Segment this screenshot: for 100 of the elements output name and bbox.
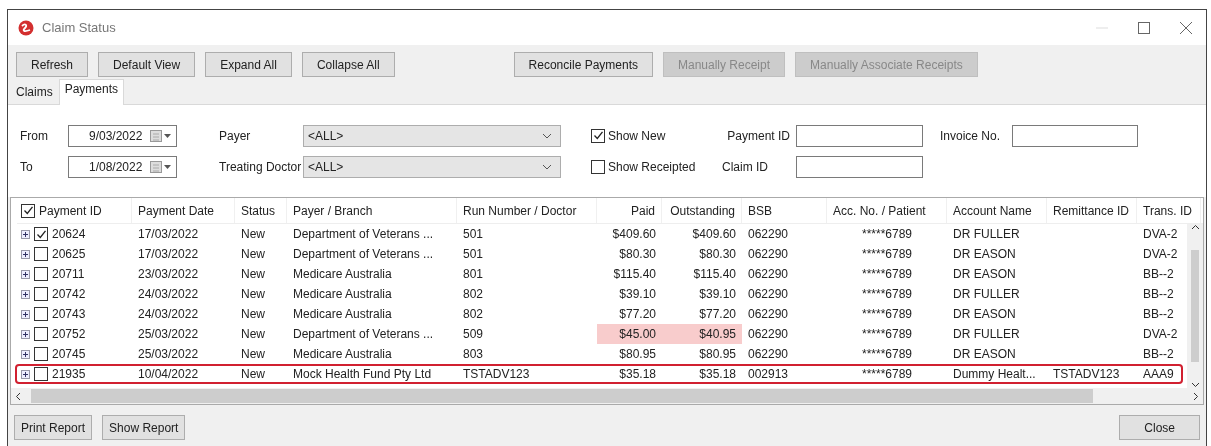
column-header[interactable]: BSB: [742, 198, 827, 223]
column-header[interactable]: Remittance ID: [1047, 198, 1137, 223]
checkbox[interactable]: [34, 247, 48, 261]
table-cell-text: 17/03/2022: [137, 226, 200, 243]
table-row[interactable]: 20752 25/03/2022 New Department of Veterans ... 509 $45.00 $40.95 062290 *****6789 DR FULLER DVA-2: [17, 324, 1183, 344]
table-cell-text: 062290: [747, 326, 790, 343]
scroll-down-icon[interactable]: [1190, 382, 1200, 388]
checkbox[interactable]: [34, 307, 48, 321]
column-header[interactable]: Payer / Branch: [287, 198, 457, 223]
table-cell-text: 23/03/2022: [137, 266, 200, 283]
toolbar-button[interactable]: Collapse All: [301, 52, 395, 77]
footer-button[interactable]: Show Report: [102, 415, 186, 440]
scroll-up-icon[interactable]: [1190, 224, 1200, 230]
checkbox[interactable]: [34, 287, 48, 301]
table-row[interactable]: 20742 24/03/2022 New Medicare Australia 802 $39.10 $39.10 062290 *****6789 DR FULLER BB--2: [17, 284, 1183, 304]
expand-icon[interactable]: [21, 349, 30, 359]
table-cell-text: $80.30: [618, 246, 657, 263]
table-cell-text: New: [240, 226, 266, 243]
toolbar-button[interactable]: Refresh: [16, 52, 89, 77]
toolbar-button[interactable]: Reconcile Payments: [513, 52, 653, 77]
expand-icon[interactable]: [21, 229, 30, 239]
table-row[interactable]: 20745 25/03/2022 New Medicare Australia 803 $80.95 $80.95 062290 *****6789 DR EASON BB--2: [17, 344, 1183, 364]
dropdown[interactable]: <ALL>: [303, 155, 561, 178]
toolbar-button[interactable]: Default View: [98, 52, 196, 77]
expand-icon[interactable]: [21, 249, 30, 259]
checkbox[interactable]: [34, 327, 48, 341]
chevron-down-icon[interactable]: [542, 132, 552, 139]
dropdown[interactable]: <ALL>: [303, 124, 561, 147]
table-cell-text: *****6789: [860, 246, 913, 263]
expand-icon[interactable]: [21, 369, 30, 379]
table-cell-text: DR FULLER: [952, 286, 1021, 303]
table-cell-text: 17/03/2022: [137, 246, 200, 263]
table-cell-text: Medicare Australia: [292, 306, 393, 323]
calendar-dropdown-icon[interactable]: [150, 129, 172, 142]
close-icon[interactable]: [1180, 21, 1192, 34]
input-field[interactable]: [796, 155, 923, 178]
table-row[interactable]: 20625 17/03/2022 New Department of Veterans ... 501 $80.30 $80.30 062290 *****6789 DR EASON DVA-2: [17, 244, 1183, 264]
calendar-dropdown-icon[interactable]: [150, 160, 172, 173]
expand-icon[interactable]: [21, 329, 30, 339]
table-row[interactable]: 21935 10/04/2022 New Mock Health Fund Pty Ltd TSTADV123 $35.18 $35.18 002913 *****6789 Dummy Healt... TSTADV123 AAA9: [15, 364, 1183, 384]
horizontal-scrollbar[interactable]: [11, 388, 1203, 404]
checkbox[interactable]: [591, 159, 605, 174]
table-cell-text: DVA-2: [1142, 226, 1177, 243]
table-cell-text: *****6789: [860, 306, 913, 323]
column-header[interactable]: Acc. No. / Patient: [827, 198, 947, 223]
chevron-down-icon[interactable]: [542, 163, 552, 170]
table-cell-text: Medicare Australia: [292, 286, 393, 303]
table-cell-text: 10/04/2022: [137, 366, 200, 382]
toolbar-button[interactable]: Expand All: [205, 52, 292, 77]
table-cell-text: New: [240, 246, 266, 263]
table-cell-text: DR FULLER: [952, 326, 1021, 343]
table-cell-text: $409.60: [611, 226, 657, 243]
table-cell: $45.00: [597, 324, 662, 344]
date-field[interactable]: 1/08/2022: [68, 155, 177, 178]
table-cell-text: 802: [462, 306, 485, 323]
date-field[interactable]: 9/03/2022: [68, 124, 177, 147]
table-cell-text: $80.95: [698, 346, 737, 363]
input-field[interactable]: [796, 124, 923, 147]
table-cell-text: *****6789: [860, 326, 913, 343]
table-row[interactable]: 20743 24/03/2022 New Medicare Australia 802 $77.20 $77.20 062290 *****6789 DR EASON BB--2: [17, 304, 1183, 324]
expand-icon[interactable]: [21, 289, 30, 299]
table-cell-text: 801: [462, 266, 485, 283]
column-header[interactable]: Outstanding: [662, 198, 742, 223]
column-header[interactable]: Trans. ID: [1137, 198, 1201, 223]
maximize-icon[interactable]: [1138, 21, 1150, 34]
checkbox[interactable]: [34, 267, 48, 281]
checkbox[interactable]: [34, 347, 48, 361]
table-cell: 20625: [52, 247, 86, 261]
scroll-left-icon[interactable]: [15, 391, 21, 401]
checkbox[interactable]: [34, 367, 48, 381]
column-header[interactable]: Run Number / Doctor: [457, 198, 597, 223]
expand-icon[interactable]: [21, 309, 30, 319]
column-header[interactable]: Account Name: [947, 198, 1047, 223]
checkbox[interactable]: [34, 227, 48, 241]
checkbox[interactable]: [591, 128, 605, 143]
table-cell-text: AAA9: [1142, 366, 1175, 382]
table-cell-text: DVA-2: [1142, 246, 1177, 263]
column-header[interactable]: Payment ID: [39, 203, 102, 218]
column-header[interactable]: Paid: [597, 198, 662, 223]
table-row[interactable]: 20624 17/03/2022 New Department of Veterans ... 501 $409.60 $409.60 062290 *****6789 DR FULLER DVA-2: [17, 224, 1183, 244]
tab[interactable]: Claims: [10, 82, 59, 104]
field-label: From: [20, 128, 49, 143]
table-cell-text: $35.18: [698, 366, 737, 382]
footer-button[interactable]: Print Report: [14, 415, 93, 440]
table-cell-text: $80.95: [618, 346, 657, 363]
app-logo-icon: [18, 19, 34, 36]
table-row[interactable]: 20711 23/03/2022 New Medicare Australia 801 $115.40 $115.40 062290 *****6789 DR EASON BB--2: [17, 264, 1183, 284]
input-field[interactable]: [1012, 124, 1138, 147]
close-button[interactable]: Close: [1119, 415, 1200, 440]
table-cell: 20752: [52, 327, 86, 341]
expand-icon[interactable]: [21, 269, 30, 279]
table-cell-text: $409.60: [691, 226, 737, 243]
table-cell: 20711: [52, 267, 85, 281]
scroll-right-icon[interactable]: [1193, 391, 1199, 401]
column-header[interactable]: Payment Date: [132, 198, 235, 223]
table-cell-text: DR EASON: [952, 266, 1017, 283]
vertical-scrollbar[interactable]: [1187, 224, 1203, 388]
column-header[interactable]: Status: [235, 198, 287, 223]
checkbox[interactable]: [21, 203, 35, 218]
tab[interactable]: Payments: [58, 79, 125, 105]
